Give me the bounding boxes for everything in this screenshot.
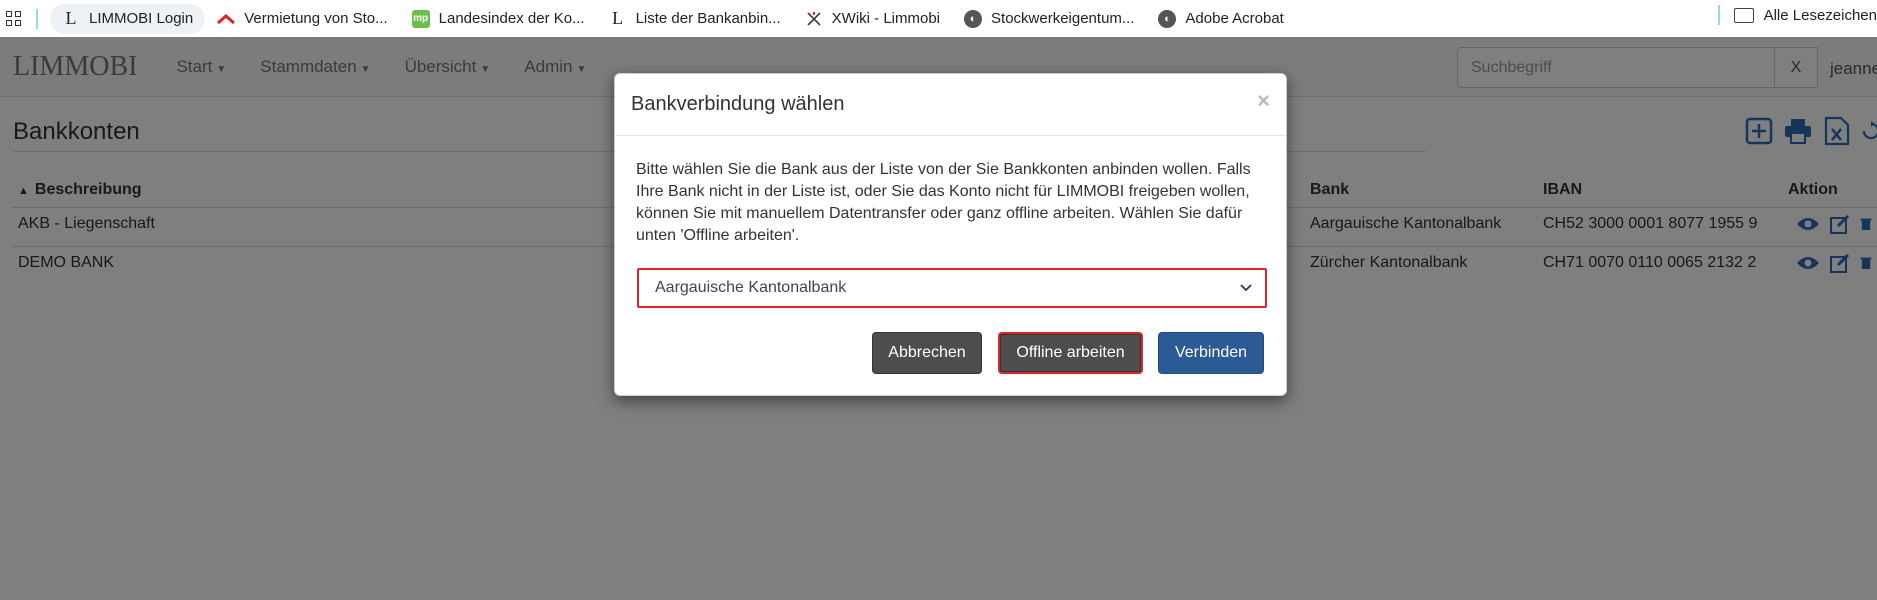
bookmark-label: XWiki - Limmobi [831,10,941,27]
bookmark-label: LIMMOBI Login [89,10,194,27]
xwiki-icon [805,10,823,28]
dialog-header: Bankverbindung wählen × [615,74,1286,136]
bookmark-limmobi-login[interactable]: L LIMMOBI Login [50,3,206,34]
bookmark-label: Vermietung von Sto... [244,10,388,27]
mp-logo-icon: mp [411,9,430,28]
other-bookmarks[interactable]: Alle Lesezeichen [1717,0,1877,30]
bookmark-adobe-acrobat[interactable]: ◐ Adobe Acrobat [1146,4,1295,34]
chevron-down-icon [1237,278,1255,298]
folder-icon [1733,7,1754,23]
bookmarks-separator [36,8,38,29]
apps-grid-icon[interactable] [6,10,22,27]
globe-icon: ◐ [964,9,983,28]
globe-icon: ◐ [1158,9,1177,28]
bookmarks-bar: L LIMMOBI Login Vermietung von Sto... mp… [0,0,1877,37]
dialog-description: Bitte wählen Sie die Bank aus der Liste … [636,161,1251,244]
limmobi-l-icon: L [612,8,624,28]
bank-select[interactable]: Aargauische Kantonalbank [637,268,1267,308]
bookmark-label: Stockwerkeigentum... [991,10,1135,27]
bookmark-label: Adobe Acrobat [1185,10,1284,27]
connect-button[interactable]: Verbinden [1158,332,1264,374]
bookmark-stockwerkeigentum[interactable]: ◐ Stockwerkeigentum... [952,4,1146,34]
bookmark-label: Liste der Bankanbin... [635,10,781,27]
bookmark-xwiki[interactable]: XWiki - Limmobi [793,4,952,34]
bank-select-value: Aargauische Kantonalbank [655,279,847,296]
bookmark-vermietung[interactable]: Vermietung von Sto... [205,4,399,34]
chevron-logo-icon [217,10,236,28]
close-icon[interactable]: × [1257,88,1270,114]
bank-connection-dialog: Bankverbindung wählen × Bitte wählen Sie… [614,73,1287,396]
bookmark-landesindex[interactable]: mp Landesindex der Ko... [400,4,597,34]
dialog-title: Bankverbindung wählen [631,93,845,115]
other-bookmarks-label: Alle Lesezeichen [1763,6,1877,24]
bookmark-label: Landesindex der Ko... [438,10,585,27]
limmobi-l-icon: L [65,8,77,28]
cancel-button[interactable]: Abbrechen [872,332,982,374]
bookmarks-separator [1717,5,1720,25]
bookmark-liste-bankanbindungen[interactable]: L Liste der Bankanbin... [597,4,793,34]
offline-button[interactable]: Offline arbeiten [998,332,1143,374]
